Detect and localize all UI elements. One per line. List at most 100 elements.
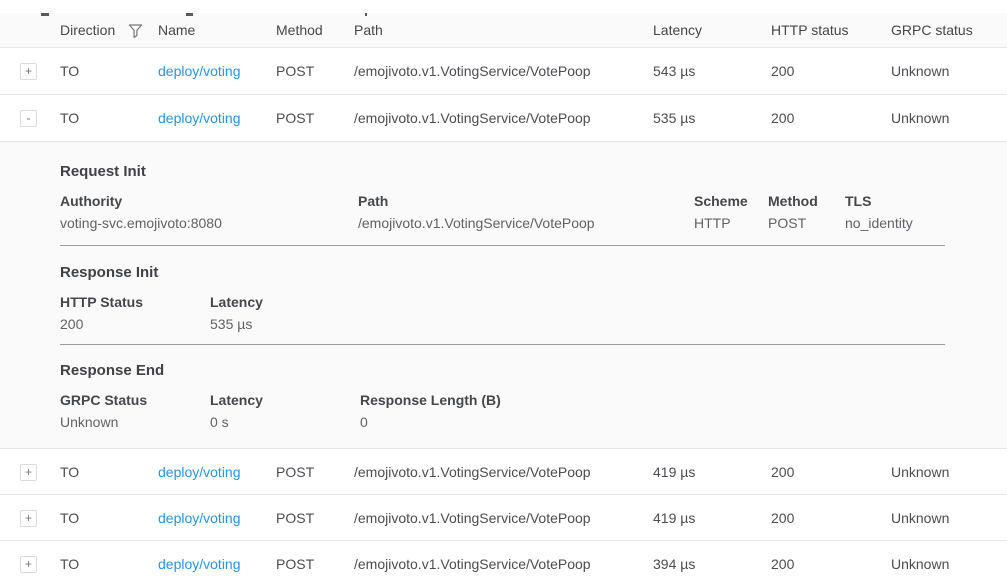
direction-cell: TO	[60, 556, 158, 572]
path-cell: /emojivoto.v1.VotingService/VotePoop	[354, 464, 653, 480]
table-row: + TO deploy/voting POST /emojivoto.v1.Vo…	[0, 48, 1007, 95]
detail-field-label: Latency	[210, 293, 263, 311]
expand-toggle-button[interactable]: -	[20, 110, 37, 127]
column-header-label: Path	[354, 22, 383, 38]
name-link[interactable]: deploy/voting	[158, 510, 241, 526]
column-header-label: Name	[158, 22, 195, 38]
detail-fields-row: Authorityvoting-svc.emojivoto:8080Path/e…	[60, 192, 1007, 232]
latency-cell: 535 µs	[653, 110, 771, 126]
column-header-path[interactable]: Path	[354, 22, 653, 38]
name-link[interactable]: deploy/voting	[158, 556, 241, 572]
detail-section-title: Response End	[60, 361, 1007, 381]
column-header-grpc-status[interactable]: GRPC status	[891, 22, 1007, 38]
path-cell: /emojivoto.v1.VotingService/VotePoop	[354, 63, 653, 79]
method-cell: POST	[276, 510, 354, 526]
column-header-latency[interactable]: Latency	[653, 22, 771, 38]
http-status-cell: 200	[771, 510, 891, 526]
detail-section: Response Init HTTP Status 200 Latency 535 µ…	[60, 263, 1007, 333]
detail-field-value: 0 s	[210, 413, 350, 431]
direction-cell: TO	[60, 510, 158, 526]
detail-section-title: Response Init	[60, 263, 1007, 283]
clipped-text-fragment	[365, 13, 367, 16]
section-divider	[60, 344, 945, 345]
grpc-status-cell: Unknown	[891, 110, 1007, 126]
tap-results-page: Direction Name Method Path Latency HTTP statu…	[0, 13, 1007, 586]
detail-field: Method POST	[768, 192, 845, 232]
detail-field-value: 535 µs	[210, 315, 263, 333]
expand-toggle-button[interactable]: +	[20, 510, 37, 527]
http-status-cell: 200	[771, 556, 891, 572]
detail-field: Authority voting-svc.emojivoto:8080	[60, 192, 358, 232]
section-divider	[60, 245, 945, 246]
detail-field-label: Latency	[210, 391, 350, 409]
table-header-row: Direction Name Method Path Latency HTTP statu…	[0, 13, 1007, 48]
column-header-http-status[interactable]: HTTP status	[771, 22, 891, 38]
method-cell: POST	[276, 110, 354, 126]
detail-field-label: TLS	[845, 192, 913, 210]
direction-cell: TO	[60, 63, 158, 79]
path-cell: /emojivoto.v1.VotingService/VotePoop	[354, 556, 653, 572]
column-header-name[interactable]: Name	[158, 22, 276, 38]
method-cell: POST	[276, 63, 354, 79]
detail-field: Response Length (B) 0	[360, 391, 511, 431]
detail-field: Latency 535 µs	[210, 293, 273, 333]
path-cell: /emojivoto.v1.VotingService/VotePoop	[354, 110, 653, 126]
table-body: + TO deploy/voting POST /emojivoto.v1.Vo…	[0, 48, 1007, 586]
http-status-cell: 200	[771, 464, 891, 480]
detail-field-value: POST	[768, 214, 835, 232]
expand-toggle-cell: +	[0, 555, 60, 573]
detail-field: Scheme HTTP	[694, 192, 768, 232]
table-row: - TO deploy/voting POST /emojivoto.v1.Vo…	[0, 95, 1007, 142]
name-link[interactable]: deploy/voting	[158, 63, 241, 79]
column-header-label: GRPC status	[891, 22, 973, 38]
detail-section-title: Request Init	[60, 162, 1007, 182]
detail-fields-row: HTTP Status 200 Latency 535 µs	[60, 293, 1007, 333]
http-status-cell: 200	[771, 110, 891, 126]
detail-field-value: 200	[60, 315, 200, 333]
detail-field: GRPC StatusUnknown	[60, 391, 210, 431]
detail-field-label: Scheme	[694, 192, 758, 210]
detail-field-label: Method	[768, 192, 835, 210]
grpc-status-cell: Unknown	[891, 510, 1007, 526]
expand-toggle-button[interactable]: +	[20, 464, 37, 481]
grpc-status-cell: Unknown	[891, 464, 1007, 480]
latency-cell: 543 µs	[653, 63, 771, 79]
column-header-label: Direction	[60, 22, 115, 38]
column-header-label: Method	[276, 22, 323, 38]
detail-section: Response End GRPC StatusUnknownLatency 0 …	[60, 361, 1007, 431]
expand-toggle-cell: +	[0, 509, 60, 527]
expand-toggle-button[interactable]: +	[20, 63, 37, 80]
path-cell: /emojivoto.v1.VotingService/VotePoop	[354, 510, 653, 526]
latency-cell: 394 µs	[653, 556, 771, 572]
detail-fields-row: GRPC StatusUnknownLatency 0 s Response Len…	[60, 391, 1007, 431]
latency-cell: 419 µs	[653, 510, 771, 526]
detail-field-value: voting-svc.emojivoto:8080	[60, 214, 348, 232]
detail-field-value: 0	[360, 413, 501, 431]
filter-icon[interactable]	[128, 24, 143, 38]
column-header-direction[interactable]: Direction	[60, 22, 158, 38]
detail-field-label: GRPC Status	[60, 391, 200, 409]
table-row: + TO deploy/voting POST /emojivoto.v1.Vo…	[0, 541, 1007, 586]
direction-cell: TO	[60, 110, 158, 126]
table-row: + TO deploy/voting POST /emojivoto.v1.Vo…	[0, 449, 1007, 495]
detail-field-label: HTTP Status	[60, 293, 200, 311]
column-header-method[interactable]: Method	[276, 22, 354, 38]
name-link[interactable]: deploy/voting	[158, 464, 241, 480]
expand-toggle-button[interactable]: +	[20, 556, 37, 573]
column-header-label: Latency	[653, 22, 702, 38]
detail-field-value: HTTP	[694, 214, 758, 232]
name-link[interactable]: deploy/voting	[158, 110, 241, 126]
detail-field-value: no_identity	[845, 214, 913, 232]
latency-cell: 419 µs	[653, 464, 771, 480]
detail-field-label: Response Length (B)	[360, 391, 501, 409]
detail-field: TLS no_identity	[845, 192, 923, 232]
detail-field-value: /emojivoto.v1.VotingService/VotePoop	[358, 214, 684, 232]
method-cell: POST	[276, 464, 354, 480]
detail-field-label: Authority	[60, 192, 348, 210]
column-header-label: HTTP status	[771, 22, 849, 38]
detail-section: Request Init Authority voting-svc.emojivo…	[60, 162, 1007, 232]
expanded-row-detail-panel: Request Init Authority voting-svc.emojivo…	[0, 142, 1007, 449]
direction-cell: TO	[60, 464, 158, 480]
table-row: + TO deploy/voting POST /emojivoto.v1.Vo…	[0, 495, 1007, 541]
clipped-text-fragment	[186, 13, 193, 16]
